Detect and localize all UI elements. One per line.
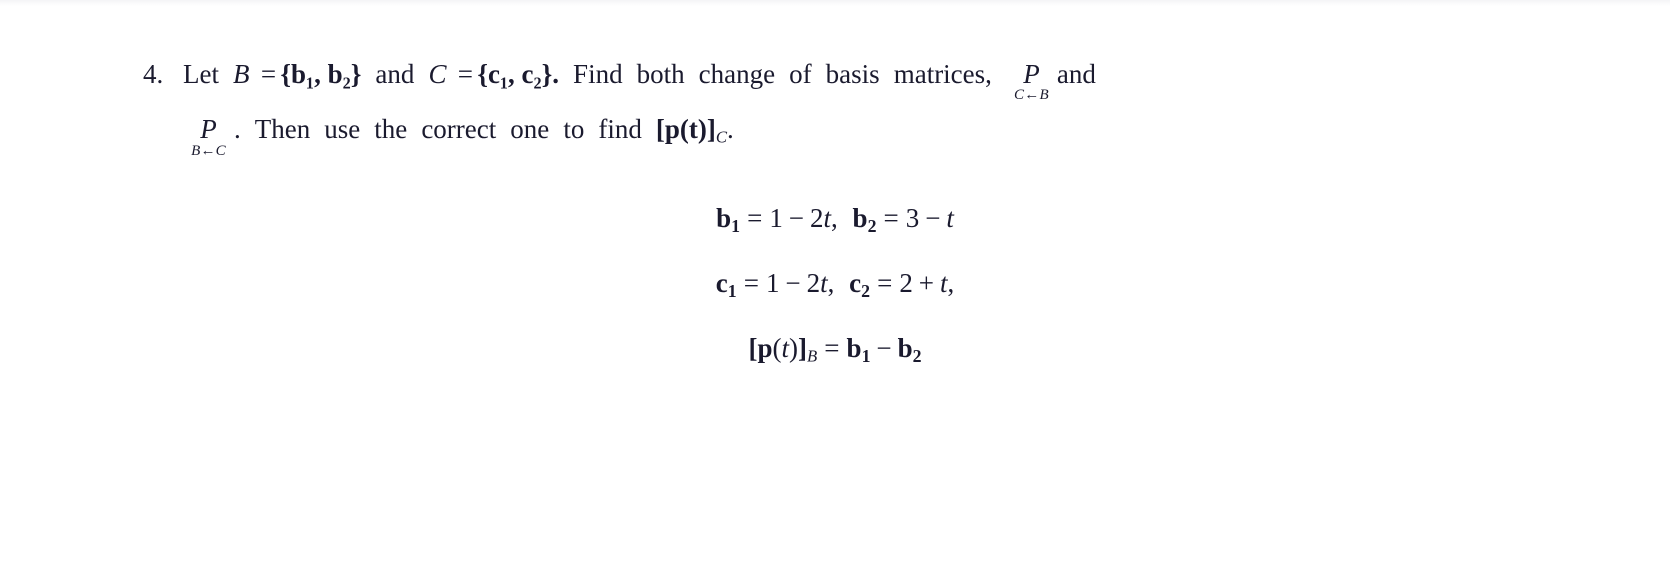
c1-subscript: 1	[727, 280, 737, 301]
coord-p-symbol: p	[757, 332, 773, 363]
equals-sign-1: =	[260, 59, 277, 89]
word-of: of	[789, 59, 812, 89]
word-to: to	[563, 114, 585, 145]
problem-line-1: 4. Let B = {b₁, b₂} and C = {c₁, c₂}. Find both ch…	[143, 48, 1368, 103]
c1-variable: t	[820, 267, 828, 298]
coord-paren-close: )	[789, 332, 799, 363]
word-let: Let	[183, 59, 219, 89]
set-c-symbol: C	[428, 59, 447, 89]
b1-variable: t	[823, 203, 831, 233]
change-of-basis-matrix-c-from-b: P C←B	[1014, 59, 1049, 104]
word-the: the	[374, 114, 408, 145]
document-page: 4. Let B = {b₁, b₂} and C = {c₁, c₂}. Find both ch…	[0, 0, 1670, 582]
equation-c-basis: c1 = 1−2t, c2 = 2 + t,	[0, 255, 1670, 320]
b-basis-comma: ,	[830, 203, 838, 233]
coord-vector-bracket-text: [p(t)]	[655, 114, 716, 145]
c2-symbol: c	[849, 267, 862, 298]
b1-symbol: b	[716, 203, 732, 233]
set-b-elements: {b₁, b₂}	[280, 59, 362, 89]
problem-line-2: P B←C. Then use the correct one to find [p(t)]C.	[143, 103, 1368, 164]
c2-plus: +	[918, 267, 934, 298]
b1-minus: −	[788, 203, 804, 233]
word-matrices: matrices,	[893, 59, 992, 89]
sentence-period: .	[727, 114, 734, 145]
b1-coefficient: 2	[809, 203, 824, 233]
b1-equals: =	[747, 203, 763, 233]
matrix-subscript-c-from-b: C←B	[1014, 87, 1049, 104]
b2-symbol: b	[852, 203, 868, 233]
c1-symbol: c	[715, 267, 728, 298]
coord-paren-open: (	[772, 332, 782, 363]
word-basis: basis	[825, 59, 880, 89]
c2-subscript: 2	[861, 280, 871, 301]
problem-line-1-body: Let B = {b₁, b₂} and C = {c₁, c₂}. Find both chang…	[183, 48, 1104, 103]
change-of-basis-matrix-b-from-c: P B←C	[191, 114, 226, 159]
word-find-2: find	[598, 114, 642, 145]
problem-line-2-body: P B←C. Then use the correct one to find [p(t)]C.	[183, 103, 734, 164]
c-basis-comma: ,	[827, 267, 835, 298]
coord-vector-basis-subscript: C	[715, 127, 728, 147]
word-change: change	[698, 59, 776, 89]
word-both: both	[636, 59, 685, 89]
coord-minus: −	[876, 332, 892, 363]
word-then: Then	[254, 114, 311, 145]
set-b-symbol: B	[233, 59, 250, 89]
b2-subscript: 2	[867, 215, 877, 236]
coordinate-vector-p-of-t: [p(t)]C	[655, 114, 728, 147]
coord-b2-subscript: 2	[912, 345, 922, 366]
equation-b-basis: b1 = 1−2t, b2 = 3− t	[0, 190, 1670, 255]
coord-bracket-close: ]	[798, 332, 808, 363]
coord-b1-subscript: 1	[861, 345, 871, 366]
word-find: Find	[573, 59, 623, 89]
coord-basis-b-subscript: B	[807, 346, 818, 366]
coord-b1-symbol: b	[846, 332, 862, 363]
c-basis-trailing-comma: ,	[947, 267, 955, 298]
b2-variable: t	[946, 203, 954, 233]
coord-variable-t: t	[781, 332, 790, 363]
c2-constant: 2	[899, 267, 913, 298]
equation-p-coordinates: [p(t)]B = b1− b2	[0, 320, 1670, 385]
problem-number: 4.	[143, 59, 164, 89]
b2-minus: −	[925, 203, 941, 233]
b1-constant: 1	[769, 203, 783, 233]
equals-sign-2: =	[457, 59, 474, 89]
problem-statement: 4. Let B = {b₁, b₂} and C = {c₁, c₂}. Find both ch…	[143, 48, 1368, 164]
b1-subscript: 1	[731, 215, 741, 236]
c1-constant: 1	[765, 267, 780, 298]
set-c-elements: {c₁, c₂}.	[477, 59, 560, 89]
c1-minus: −	[785, 267, 801, 298]
b2-equals: =	[883, 203, 899, 233]
c1-equals: =	[743, 267, 759, 298]
word-and-1: and	[375, 59, 415, 89]
word-and-2: and	[1056, 59, 1096, 89]
word-correct: correct	[421, 114, 497, 145]
display-equations: b1 = 1−2t, b2 = 3− t c1 = 1−2t, c2 = 2 + t, [p(t)]B = b…	[0, 190, 1670, 385]
matrix-symbol-p-1: P	[1023, 59, 1040, 89]
b2-constant: 3	[905, 203, 920, 233]
coord-equals: =	[824, 332, 840, 363]
matrix-subscript-b-from-c: B←C	[191, 142, 226, 159]
c1-coefficient: 2	[806, 267, 821, 298]
word-use: use	[324, 114, 361, 145]
coord-b2-symbol: b	[897, 332, 913, 363]
c2-equals: =	[877, 267, 893, 298]
word-one: one	[510, 114, 550, 145]
matrix-symbol-p-2: P	[200, 114, 217, 145]
period-after-matrix: .	[233, 114, 241, 145]
